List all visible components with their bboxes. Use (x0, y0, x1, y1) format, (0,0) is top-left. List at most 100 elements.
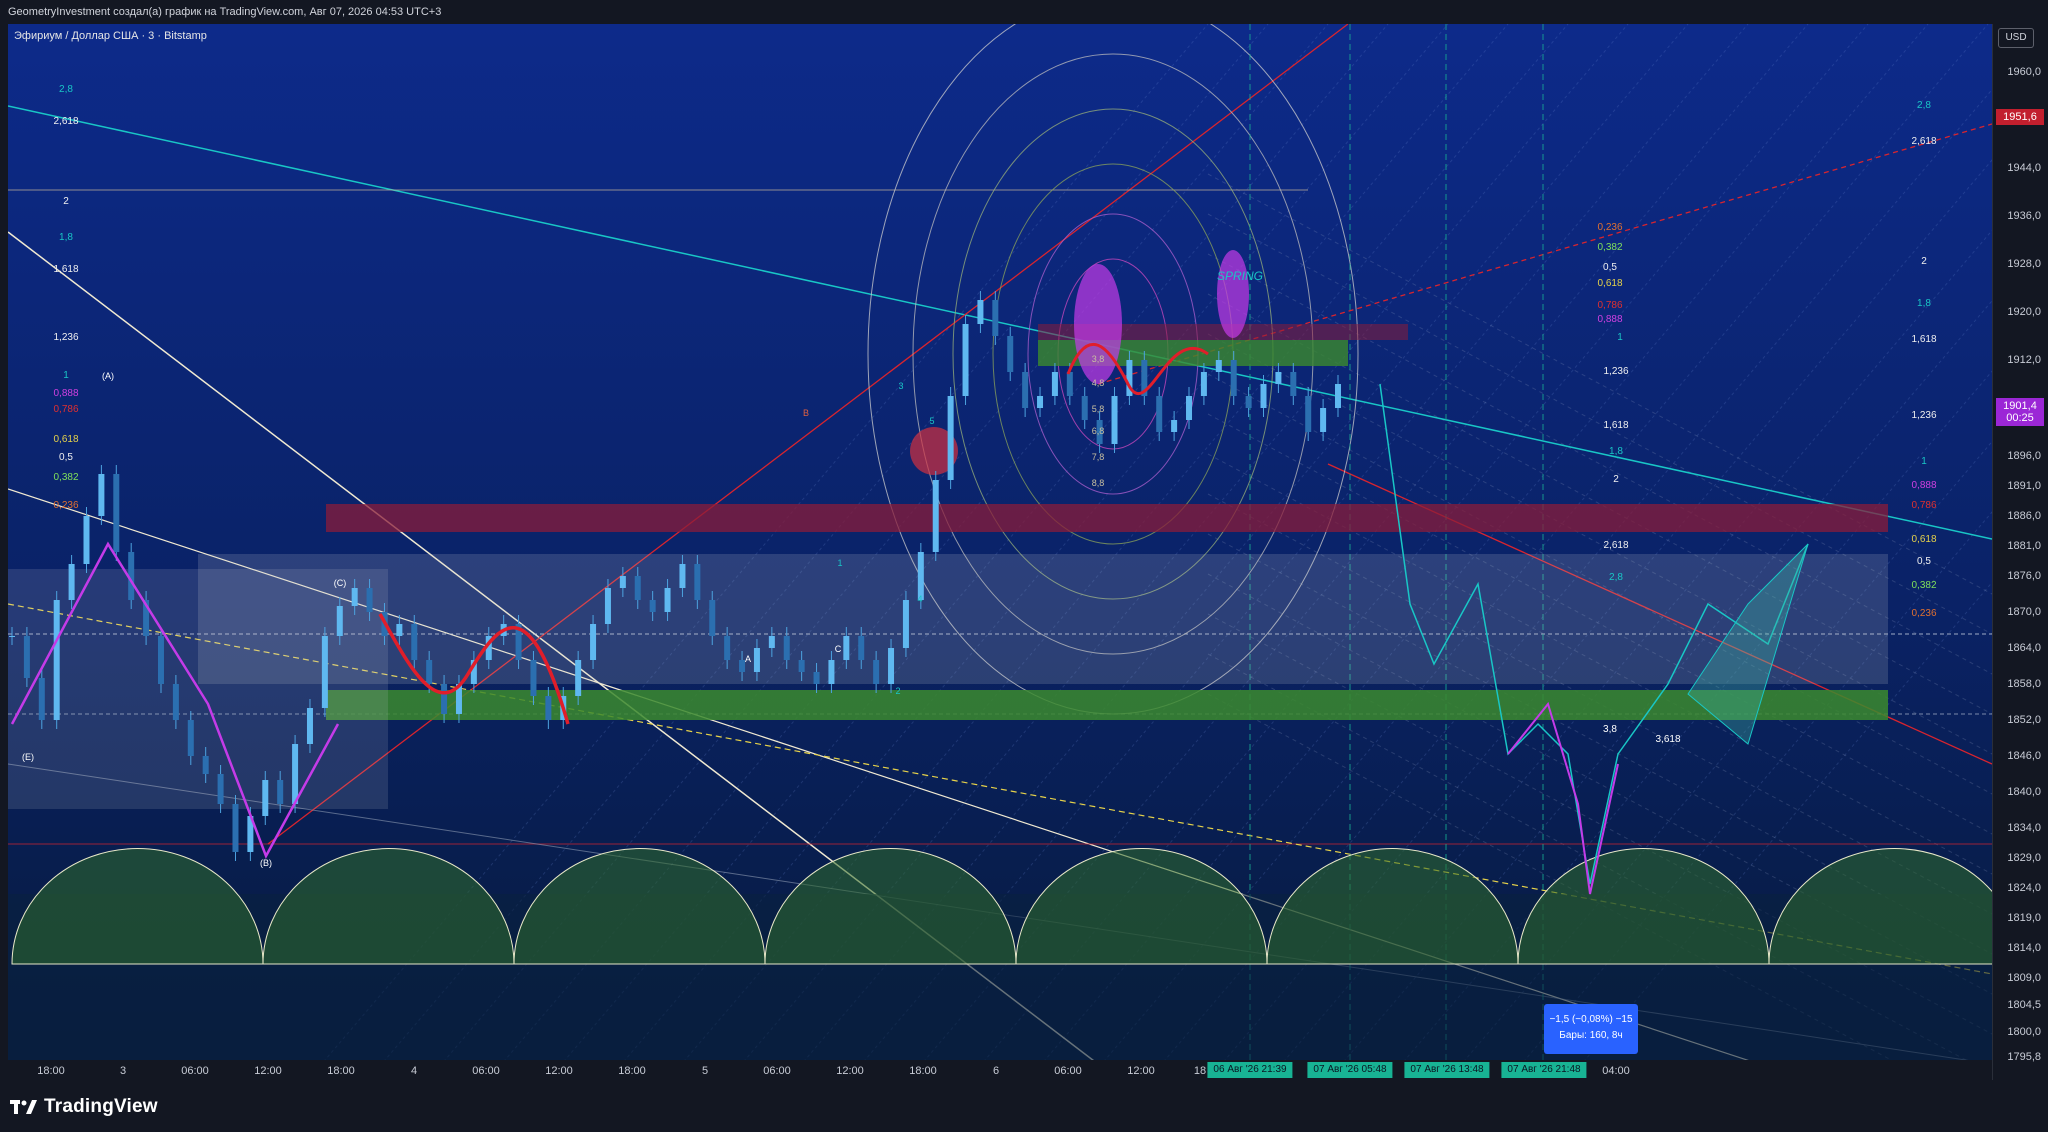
purple-blob (1074, 264, 1122, 384)
time-tick: 04:00 (1602, 1065, 1630, 1077)
fib-label-mid: 2 (1613, 474, 1619, 485)
arc-label: 4,8 (1092, 378, 1105, 388)
candle-body (694, 564, 701, 600)
fib-label-left: 1,8 (59, 232, 73, 243)
fib-label-right: 0,786 (1911, 500, 1936, 511)
candle-body (202, 756, 209, 774)
candle-body (441, 684, 448, 714)
wave-label: 4 (917, 594, 922, 604)
measure-tooltip: −1,5 (−0,08%) −15 Бары: 160, 8ч (1544, 1004, 1638, 1054)
footer (0, 1080, 2048, 1132)
candle-body (172, 684, 179, 720)
fib-label-right: 0,618 (1911, 534, 1936, 545)
fib-label-mid: 1,8 (1609, 446, 1623, 457)
fib-label-left: 0,888 (53, 388, 78, 399)
red-zone (326, 504, 1888, 532)
candle-body (530, 660, 537, 696)
fib-label-mid: 3,618 (1655, 734, 1680, 745)
candle-body (1186, 396, 1193, 420)
candle-body (888, 648, 895, 684)
time-tick: 18:00 (618, 1065, 646, 1077)
price-tick: 1881,0 (2007, 540, 2041, 552)
candle-body (798, 660, 805, 672)
time-tick: 4 (410, 1065, 418, 1077)
time-tick: 12:00 (836, 1065, 864, 1077)
candle-body (277, 780, 284, 804)
currency-button[interactable]: USD (1998, 28, 2034, 48)
fib-label-mid: 0,382 (1597, 242, 1622, 253)
current-price-tag: 1901,4 00:25 (1996, 398, 2044, 426)
price-tick: 1834,0 (2007, 822, 2041, 834)
fib-label-mid: 0,5 (1603, 262, 1617, 273)
candle-body (604, 588, 611, 624)
fib-label-right: 0,888 (1911, 480, 1936, 491)
candle-body (1335, 384, 1341, 408)
measure-bars: Бары: 160, 8ч (1559, 1030, 1623, 1041)
fib-label-left: 0,786 (53, 404, 78, 415)
price-tick: 1960,0 (2007, 66, 2041, 78)
wave-label: (B) (260, 858, 272, 868)
time-tick: 18:00 (327, 1065, 355, 1077)
price-tick: 1870,0 (2007, 606, 2041, 618)
candle-body (1245, 396, 1252, 408)
wave-label: C (835, 644, 842, 654)
candle-body (902, 600, 909, 648)
candle-body (1290, 372, 1297, 396)
candle-body (113, 474, 120, 552)
price-chart[interactable]: 2,8 2,618 2 1,8 1,618 1,236 1 0,888 0,786 0,618 0,… (7, 0, 2048, 1115)
candle-body (828, 660, 835, 684)
wave-label: B (803, 408, 809, 418)
tradingview-logo-text: TradingView (44, 1096, 158, 1117)
candle-body (396, 624, 403, 636)
wave-label: 5 (929, 416, 934, 426)
wave-label: A (745, 654, 751, 664)
fib-label-left: 0,618 (53, 434, 78, 445)
price-tick: 1944,0 (2007, 162, 2041, 174)
candle-body (1200, 372, 1207, 396)
price-tick: 1824,0 (2007, 882, 2041, 894)
candle-body (306, 708, 313, 744)
candle-body (336, 606, 343, 636)
price-tick: 1876,0 (2007, 570, 2041, 582)
tradingview-logo[interactable]: TradingView (10, 1096, 158, 1118)
price-tick: 1864,0 (2007, 642, 2041, 654)
candle-body (1230, 360, 1237, 396)
fib-label-mid: 2,618 (1603, 540, 1628, 551)
candle-body (426, 660, 433, 684)
candle-body (98, 474, 105, 516)
price-tick: 1829,0 (2007, 852, 2041, 864)
candle-body (187, 720, 194, 756)
candle-body (1215, 360, 1222, 372)
candle-body (351, 588, 358, 606)
arc-label: 3,8 (1092, 354, 1105, 364)
arc-label: 7,8 (1092, 452, 1105, 462)
wave-label: (E) (22, 752, 34, 762)
candle-body (575, 660, 582, 696)
fib-label-mid: 2,8 (1609, 572, 1623, 583)
candle-body (1022, 372, 1029, 408)
fib-label-right: 1,236 (1911, 410, 1936, 421)
fib-label-left: 1,618 (53, 264, 78, 275)
fib-label-left: 0,5 (59, 452, 73, 463)
fib-label-mid: 1 (1617, 332, 1623, 343)
fib-label-mid: 0,236 (1597, 222, 1622, 233)
time-axis[interactable]: 18:00 3 06:00 12:00 18:00 4 06:00 12:00 18:00 5 06… (8, 1060, 1992, 1080)
candle-body (768, 636, 775, 648)
candle-body (992, 300, 999, 336)
price-tick: 1886,0 (2007, 510, 2041, 522)
symbol-title[interactable]: Эфириум / Доллар США · 3 · Bitstamp (14, 30, 207, 42)
candle-body (634, 576, 641, 600)
price-axis[interactable]: 1960,01952,01944,01936,01928,01920,01912… (1992, 24, 2048, 1080)
candle-body (9, 636, 15, 637)
purple-blob-2 (1217, 250, 1249, 338)
candle-body (619, 576, 626, 588)
time-tick: 06:00 (763, 1065, 791, 1077)
candle-body (1320, 408, 1327, 432)
time-tick: 06:00 (1054, 1065, 1082, 1077)
time-tick: 06:00 (472, 1065, 500, 1077)
price-tick: 1912,0 (2007, 354, 2041, 366)
top-bar: GeometryInvestment создал(а) график на T… (0, 0, 2048, 24)
fib-label-mid: 0,786 (1597, 300, 1622, 311)
chart-area[interactable]: 2,8 2,618 2 1,8 1,618 1,236 1 0,888 0,786 0,618 0,… (7, 0, 2048, 1115)
wave-label: 3 (898, 381, 903, 391)
